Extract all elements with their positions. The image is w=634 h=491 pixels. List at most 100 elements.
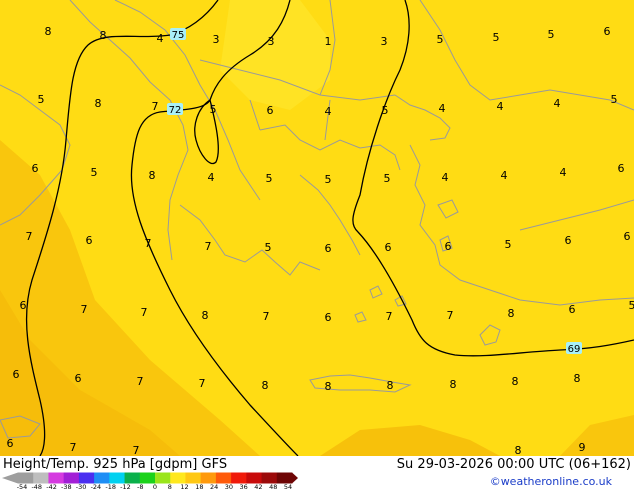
temperature-value: 5 xyxy=(548,28,555,41)
temperature-value: 4 xyxy=(325,105,332,118)
temperature-value: 4 xyxy=(501,169,508,182)
scale-color-segment xyxy=(109,473,125,484)
temperature-value: 8 xyxy=(574,372,581,385)
weather-map: 757269 884331355565875645444565845554446… xyxy=(0,0,634,456)
temperature-value: 1 xyxy=(325,35,332,48)
temperature-value: 6 xyxy=(325,311,332,324)
temperature-value: 6 xyxy=(569,303,576,316)
scale-color-segment xyxy=(277,473,293,484)
temperature-value: 6 xyxy=(13,368,20,381)
temperature-value: 4 xyxy=(208,171,215,184)
scale-color-segment xyxy=(185,473,201,484)
scale-color-segment xyxy=(231,473,247,484)
temperature-value: 3 xyxy=(381,35,388,48)
scale-arrow-right xyxy=(292,473,298,484)
temperature-value: 4 xyxy=(442,171,449,184)
temperature-value: 5 xyxy=(325,173,332,186)
temperature-value: 5 xyxy=(38,93,45,106)
scale-color-segment xyxy=(140,473,156,484)
temperature-value: 8 xyxy=(95,97,102,110)
temperature-value: 8 xyxy=(149,169,156,182)
temperature-value: 4 xyxy=(497,100,504,113)
temperature-value: 4 xyxy=(554,97,561,110)
temperature-value: 5 xyxy=(493,31,500,44)
temperature-value: 5 xyxy=(210,103,217,116)
scale-color-segment xyxy=(125,473,141,484)
temperature-value: 4 xyxy=(157,32,164,45)
temperature-value: 7 xyxy=(26,230,33,243)
temperature-value: 6 xyxy=(565,234,572,247)
weather-map-page: 757269 884331355565875645444565845554446… xyxy=(0,0,634,490)
scale-color-segment xyxy=(18,473,34,484)
temperature-value: 7 xyxy=(205,240,212,253)
temperature-value: 7 xyxy=(70,441,77,454)
scale-color-segment xyxy=(48,473,64,484)
scale-color-segment xyxy=(33,473,49,484)
temperature-value: 8 xyxy=(325,380,332,393)
temperature-value: 6 xyxy=(32,162,39,175)
scale-color-segment xyxy=(262,473,278,484)
temperature-value: 6 xyxy=(385,241,392,254)
scale-color-segment xyxy=(79,473,95,484)
temperature-value: 5 xyxy=(611,93,618,106)
temperature-value: 4 xyxy=(439,102,446,115)
temperature-value: 8 xyxy=(515,444,522,456)
scale-color-segment xyxy=(170,473,186,484)
temperature-value: 6 xyxy=(624,230,631,243)
temperature-value: 7 xyxy=(152,100,159,113)
temperature-value: 5 xyxy=(265,241,272,254)
temperature-value: 9 xyxy=(579,441,586,454)
scale-arrow-left xyxy=(2,473,18,484)
temperature-value: 6 xyxy=(267,104,274,117)
temperature-value: 3 xyxy=(213,33,220,46)
temperature-value: 8 xyxy=(100,29,107,42)
temperature-value: 5 xyxy=(266,172,273,185)
temperature-value: 6 xyxy=(618,162,625,175)
scale-color-segment xyxy=(64,473,80,484)
temperature-value: 6 xyxy=(86,234,93,247)
scale-color-segment xyxy=(216,473,232,484)
temperature-value: 7 xyxy=(199,377,206,390)
temperature-value: 7 xyxy=(386,310,393,323)
temperature-value: 7 xyxy=(81,303,88,316)
contour-label: 72 xyxy=(167,103,183,116)
scale-color-segment xyxy=(246,473,262,484)
map-title: Height/Temp. 925 hPa [gdpm] GFS xyxy=(3,457,227,472)
temperature-value: 8 xyxy=(450,378,457,391)
temperature-value: 3 xyxy=(268,35,275,48)
temperature-value: 8 xyxy=(262,379,269,392)
scale-color-segment xyxy=(155,473,171,484)
temperature-value: 8 xyxy=(387,379,394,392)
map-footer: Height/Temp. 925 hPa [gdpm] GFS Su 29-03… xyxy=(0,456,634,490)
temperature-value: 8 xyxy=(512,375,519,388)
temperature-value: 5 xyxy=(382,104,389,117)
temperature-value: 7 xyxy=(145,237,152,250)
scale-color-segment xyxy=(94,473,110,484)
temperature-value: 5 xyxy=(91,166,98,179)
contour-label: 69 xyxy=(566,342,582,355)
valid-time: Su 29-03-2026 00:00 UTC (06+162) xyxy=(397,457,631,472)
contour-label-text: 72 xyxy=(169,105,182,116)
temperature-value: 6 xyxy=(20,299,27,312)
temperature-value: 8 xyxy=(508,307,515,320)
temperature-value: 6 xyxy=(75,372,82,385)
temperature-value: 6 xyxy=(604,25,611,38)
contour-label: 75 xyxy=(170,28,186,41)
temperature-value: 5 xyxy=(629,299,634,312)
temperature-value: 8 xyxy=(202,309,209,322)
temperature-value: 5 xyxy=(505,238,512,251)
temperature-value: 8 xyxy=(45,25,52,38)
temperature-value: 6 xyxy=(7,437,14,450)
temperature-value: 7 xyxy=(263,310,270,323)
temperature-value: 7 xyxy=(141,306,148,319)
scale-color-segment xyxy=(201,473,217,484)
temperature-value: 5 xyxy=(384,172,391,185)
temperature-value: 7 xyxy=(137,375,144,388)
temperature-value: 5 xyxy=(437,33,444,46)
credit-link[interactable]: ©weatheronline.co.uk xyxy=(490,475,612,488)
temperature-value: 4 xyxy=(560,166,567,179)
contour-label-text: 69 xyxy=(568,344,581,355)
temperature-value: 6 xyxy=(325,242,332,255)
temperature-value: 7 xyxy=(447,309,454,322)
temperature-value: 7 xyxy=(133,444,140,456)
